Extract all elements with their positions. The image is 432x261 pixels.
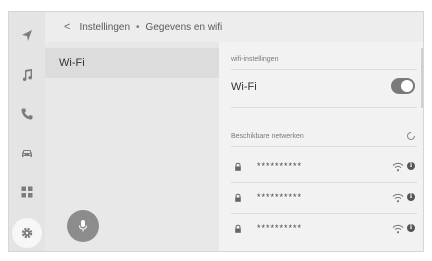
microphone-icon xyxy=(79,220,87,232)
section-heading-networks: Beschikbare netwerken xyxy=(231,133,304,140)
settings-icon[interactable] xyxy=(12,218,42,248)
settings-menu: Wi-Fi xyxy=(45,42,219,251)
lock-icon xyxy=(235,162,241,171)
menu-item-label: Wi-Fi xyxy=(59,57,85,69)
infotainment-screen: < Instellingen • Gegevens en wifi Wi-Fi … xyxy=(8,11,424,252)
back-button[interactable]: < xyxy=(64,21,70,33)
divider xyxy=(231,69,417,70)
breadcrumb-parent[interactable]: Instellingen xyxy=(79,22,130,33)
divider xyxy=(231,107,417,108)
menu-item-wifi[interactable]: Wi-Fi xyxy=(45,48,219,78)
section-heading-wifi: wifi-instellingen xyxy=(231,56,279,63)
music-icon[interactable] xyxy=(17,65,37,85)
info-icon[interactable]: i xyxy=(407,162,415,170)
navigation-icon[interactable] xyxy=(17,26,37,46)
wifi-signal-icon xyxy=(392,193,404,203)
divider xyxy=(231,213,417,214)
network-name: ********** xyxy=(257,223,303,233)
wifi-signal-icon xyxy=(392,162,404,172)
info-icon[interactable]: i xyxy=(407,193,415,201)
breadcrumb-separator: • xyxy=(136,21,140,33)
toggle-knob xyxy=(401,80,413,92)
network-row[interactable]: ********** i xyxy=(219,221,423,239)
lock-icon xyxy=(235,224,241,233)
refresh-spinner-icon[interactable] xyxy=(406,131,416,141)
breadcrumb: < Instellingen • Gegevens en wifi xyxy=(45,12,423,42)
sidebar-rail xyxy=(9,12,45,251)
network-row[interactable]: ********** i xyxy=(219,190,423,208)
voice-assistant-button[interactable] xyxy=(67,210,99,242)
apps-icon[interactable] xyxy=(17,182,37,202)
network-name: ********** xyxy=(257,192,303,202)
wifi-settings-panel: wifi-instellingen Wi-Fi Beschikbare netw… xyxy=(219,42,423,251)
breadcrumb-current: Gegevens en wifi xyxy=(145,21,223,33)
scrollbar[interactable] xyxy=(421,48,423,108)
lock-icon xyxy=(235,193,241,202)
wifi-signal-icon xyxy=(392,224,404,234)
network-name: ********** xyxy=(257,161,303,171)
network-row[interactable]: ********** i xyxy=(219,159,423,177)
divider xyxy=(231,146,417,147)
wifi-label: Wi-Fi xyxy=(231,81,257,93)
phone-icon[interactable] xyxy=(17,104,37,124)
info-icon[interactable]: i xyxy=(407,224,415,232)
car-icon[interactable] xyxy=(17,143,37,163)
divider xyxy=(231,182,417,183)
wifi-toggle[interactable] xyxy=(391,78,415,94)
